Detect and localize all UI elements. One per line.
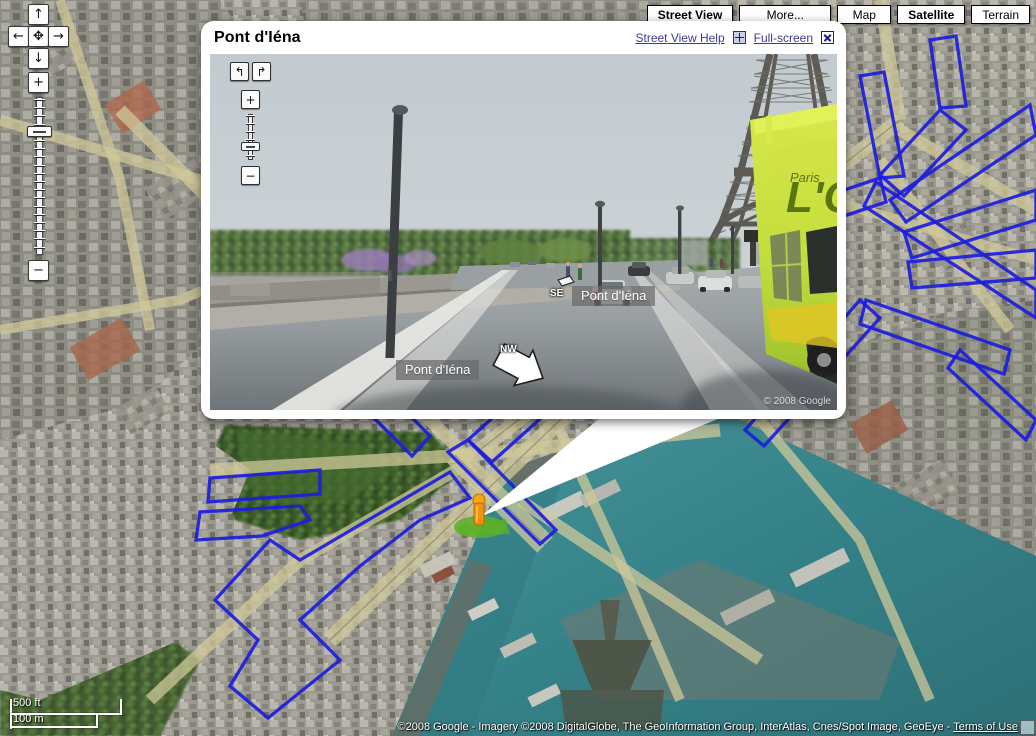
- streetview-panel[interactable]: Pont d'Iéna Street View Help Full-screen: [201, 21, 846, 419]
- road-label-nw[interactable]: Pont d'Iéna: [396, 360, 480, 380]
- map-resize-handle[interactable]: [1020, 720, 1035, 735]
- recenter-icon[interactable]: ✥: [28, 26, 49, 47]
- scale-label-metric: 100 m: [13, 713, 44, 725]
- fullscreen-icon[interactable]: [732, 31, 746, 44]
- zoom-slider-ticks: [34, 99, 45, 253]
- streetview-nav-controls[interactable]: ↰ ↱ + −: [228, 62, 284, 187]
- pan-down-icon[interactable]: ↓: [28, 48, 49, 69]
- rotate-left-icon[interactable]: ↰: [230, 62, 249, 81]
- streetview-help-link[interactable]: Street View Help: [635, 31, 724, 45]
- streetview-zoom-out-button[interactable]: −: [241, 166, 260, 185]
- scale-label-imperial: 500 ft: [13, 697, 41, 709]
- streetview-photo[interactable]: Paris L'Op: [210, 54, 837, 410]
- map-pan-zoom-controls[interactable]: ↑ ← ✥ → ↓ + −: [4, 2, 69, 282]
- terms-of-use-link[interactable]: Terms of Use: [953, 721, 1018, 733]
- fullscreen-link[interactable]: Full-screen: [754, 31, 813, 45]
- pan-up-icon[interactable]: ↑: [28, 4, 49, 25]
- attribution-text: ©2008 Google - Imagery ©2008 DigitalGlob…: [397, 721, 954, 733]
- zoom-slider-thumb[interactable]: [27, 126, 52, 137]
- zoom-in-button[interactable]: +: [28, 72, 49, 93]
- road-label-se[interactable]: Pont d'Iéna: [572, 286, 656, 306]
- streetview-header-actions: Street View Help Full-screen: [635, 31, 834, 45]
- streetview-zoom-thumb[interactable]: [241, 142, 260, 151]
- streetview-panel-header: Pont d'Iéna Street View Help Full-screen: [201, 21, 846, 54]
- pan-right-icon[interactable]: →: [48, 26, 69, 47]
- streetview-title: Pont d'Iéna: [214, 28, 301, 46]
- map-attribution: ©2008 Google - Imagery ©2008 DigitalGlob…: [397, 721, 1018, 733]
- pan-left-icon[interactable]: ←: [8, 26, 29, 47]
- zoom-out-button[interactable]: −: [28, 260, 49, 281]
- streetview-zoom-in-button[interactable]: +: [241, 90, 260, 109]
- terrain-view-button[interactable]: Terrain: [971, 5, 1030, 24]
- satellite-view-button[interactable]: Satellite: [897, 5, 966, 24]
- rotate-right-icon[interactable]: ↱: [252, 62, 271, 81]
- streetview-zoom-ticks: [246, 115, 255, 159]
- google-maps-app: ↑ ← ✥ → ↓ + − Street View More... Map Sa…: [0, 0, 1036, 736]
- svg-text:L'Op: L'Op: [786, 173, 837, 222]
- streetview-viewport[interactable]: Paris L'Op: [210, 54, 837, 410]
- pegman-marker: [472, 493, 486, 526]
- map-scale-bar: 500 ft 100 m: [8, 697, 128, 729]
- close-icon[interactable]: [821, 31, 834, 44]
